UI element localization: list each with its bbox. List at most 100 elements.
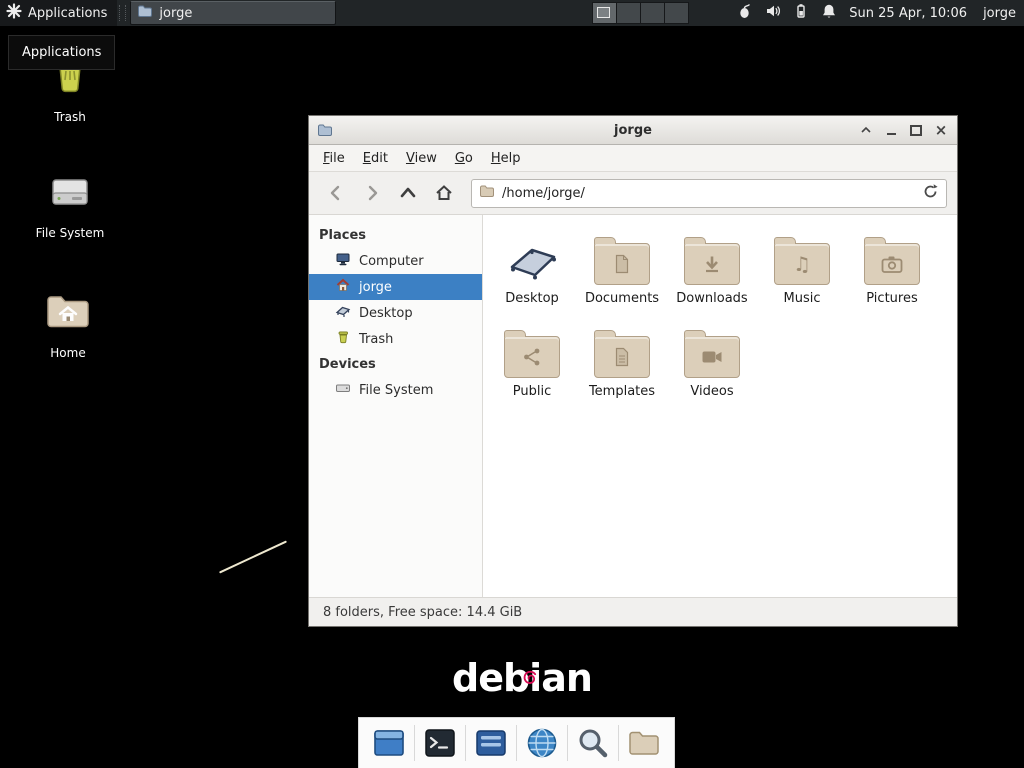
menu-go[interactable]: Go	[446, 147, 482, 170]
sidebar-header-devices: Devices	[309, 352, 482, 377]
web-browser-icon[interactable]	[524, 723, 560, 763]
file-item-documents[interactable]: Documents	[577, 227, 667, 306]
file-item-music[interactable]: ♫ Music	[757, 227, 847, 306]
file-label: Videos	[690, 384, 733, 399]
desktop-icon-label: File System	[36, 226, 105, 240]
home-button[interactable]	[427, 178, 461, 208]
path-folder-icon	[479, 183, 495, 203]
file-item-pictures[interactable]: Pictures	[847, 227, 937, 306]
file-label: Music	[784, 291, 821, 306]
file-manager-icon	[137, 3, 153, 23]
menu-view[interactable]: View	[397, 147, 446, 170]
folder-share-icon	[504, 336, 560, 378]
dock-separator	[618, 725, 619, 761]
dock-separator	[567, 725, 568, 761]
system-tray	[737, 3, 837, 23]
desktop-icon-home[interactable]: Home	[20, 288, 116, 360]
desktop-icon-label: Trash	[54, 110, 86, 124]
file-item-desktop[interactable]: Desktop	[487, 227, 577, 306]
file-label: Public	[513, 384, 551, 399]
menu-file[interactable]: File	[314, 147, 354, 170]
applications-menu-icon	[6, 3, 22, 23]
app-finder-icon[interactable]	[575, 723, 611, 763]
file-list[interactable]: Desktop Documents Downloads ♫ Music	[483, 215, 957, 597]
file-item-downloads[interactable]: Downloads	[667, 227, 757, 306]
back-button[interactable]	[319, 178, 353, 208]
notifications-icon[interactable]	[821, 3, 837, 23]
applications-menu-button[interactable]: Applications	[0, 0, 117, 26]
menubar: File Edit View Go Help	[309, 145, 957, 172]
panel-handle	[119, 5, 126, 21]
volume-icon[interactable]	[765, 3, 781, 23]
file-label: Templates	[589, 384, 655, 399]
menu-edit[interactable]: Edit	[354, 147, 397, 170]
power-icon[interactable]	[793, 3, 809, 23]
reload-icon[interactable]	[922, 183, 939, 204]
sidebar-item-file-system[interactable]: File System	[309, 377, 482, 403]
window-body: Places Computer jorge Desktop	[309, 215, 957, 597]
file-item-public[interactable]: Public	[487, 320, 577, 399]
folder-camera-icon	[864, 243, 920, 285]
sidebar-item-desktop[interactable]: Desktop	[309, 300, 482, 326]
window-folder-icon	[317, 122, 333, 142]
file-manager-icon[interactable]	[626, 723, 662, 763]
clock[interactable]: Sun 25 Apr, 10:06	[849, 6, 967, 21]
workspace-2[interactable]	[617, 3, 641, 23]
sidebar-item-label: File System	[359, 383, 433, 398]
folder-video-icon	[684, 336, 740, 378]
folder-template-icon	[594, 336, 650, 378]
close-button[interactable]: ×	[933, 122, 949, 138]
dock-separator	[516, 725, 517, 761]
up-button[interactable]	[391, 178, 425, 208]
show-desktop-icon[interactable]	[371, 723, 407, 763]
location-bar[interactable]: /home/jorge/	[471, 179, 947, 208]
sidebar-item-computer[interactable]: Computer	[309, 248, 482, 274]
sidebar: Places Computer jorge Desktop	[309, 215, 483, 597]
minimize-button[interactable]	[883, 122, 899, 138]
taskbar-button-jorge[interactable]: jorge	[130, 1, 336, 25]
top-panel: Applications jorge Sun 25 Apr, 10:06 jor…	[0, 0, 1024, 26]
file-item-videos[interactable]: Videos	[667, 320, 757, 399]
sidebar-item-label: Desktop	[359, 306, 413, 321]
desk-icon	[335, 303, 351, 323]
file-label: Pictures	[866, 291, 917, 306]
trash-icon	[335, 329, 351, 349]
maximize-button[interactable]	[908, 122, 924, 138]
folder-document-icon	[594, 243, 650, 285]
debian-logo: debian	[452, 658, 592, 700]
workspace-switcher[interactable]	[592, 2, 689, 24]
terminal-icon[interactable]	[422, 723, 458, 763]
debian-swirl-icon	[522, 653, 538, 695]
drive-icon	[46, 168, 94, 220]
titlebar[interactable]: jorge ×	[309, 116, 957, 145]
toolbar: /home/jorge/	[309, 172, 957, 215]
mouse-icon[interactable]	[737, 3, 753, 23]
bottom-dock	[358, 717, 675, 768]
sidebar-item-label: Trash	[359, 332, 393, 347]
taskbar-button-label: jorge	[159, 6, 192, 21]
sidebar-header-places: Places	[309, 223, 482, 248]
file-label: Documents	[585, 291, 659, 306]
menu-help[interactable]: Help	[482, 147, 530, 170]
file-item-templates[interactable]: Templates	[577, 320, 667, 399]
folder-download-icon	[684, 243, 740, 285]
workspace-1[interactable]	[593, 3, 617, 23]
workspace-3[interactable]	[641, 3, 665, 23]
desktop-artifact-line	[219, 540, 287, 573]
sidebar-item-label: Computer	[359, 254, 424, 269]
panel-app-icon[interactable]	[473, 723, 509, 763]
sidebar-item-trash[interactable]: Trash	[309, 326, 482, 352]
shade-button[interactable]	[858, 122, 874, 138]
drive-icon	[335, 380, 351, 400]
dock-separator	[465, 725, 466, 761]
dock-separator	[414, 725, 415, 761]
sidebar-item-jorge[interactable]: jorge	[309, 274, 482, 300]
desktop-icon-file-system[interactable]: File System	[22, 168, 118, 240]
file-manager-window: jorge × File Edit View Go Help	[308, 115, 958, 627]
file-label: Downloads	[676, 291, 747, 306]
workspace-4[interactable]	[665, 3, 688, 23]
window-controls: ×	[858, 116, 949, 144]
path-text[interactable]: /home/jorge/	[502, 186, 915, 201]
forward-button[interactable]	[355, 178, 389, 208]
panel-username[interactable]: jorge	[983, 6, 1016, 21]
